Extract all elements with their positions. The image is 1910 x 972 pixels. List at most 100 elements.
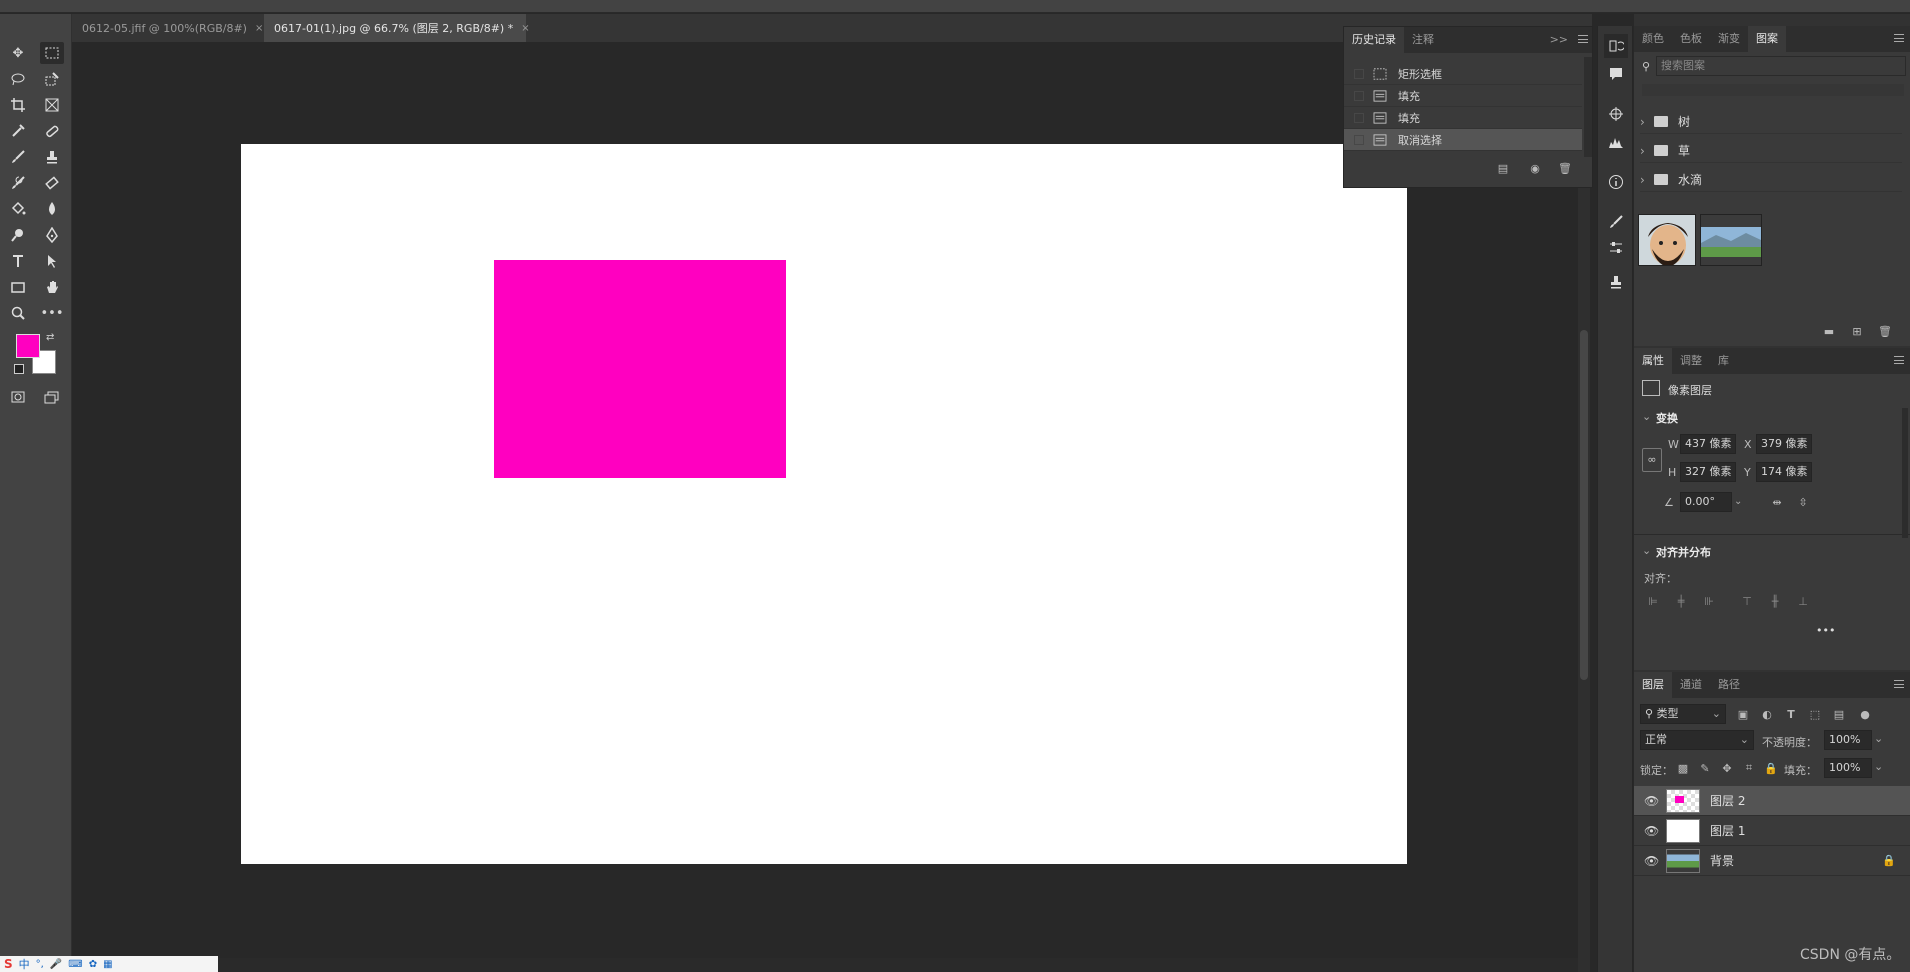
rectangular-marquee-tool-icon[interactable] bbox=[40, 42, 64, 64]
layers-menu-icon[interactable] bbox=[1894, 680, 1904, 688]
tab-swatches[interactable]: 色板 bbox=[1672, 26, 1710, 52]
height-field[interactable]: 327 像素 bbox=[1680, 462, 1736, 482]
pattern-search-input[interactable]: 搜索图案 bbox=[1656, 56, 1906, 76]
lock-all-icon[interactable]: 🔒 bbox=[1762, 759, 1780, 777]
tab-gradients[interactable]: 渐变 bbox=[1710, 26, 1748, 52]
type-tool-icon[interactable] bbox=[6, 250, 30, 272]
align-section-title[interactable]: 对齐并分布 bbox=[1656, 544, 1711, 560]
properties-scrollbar[interactable] bbox=[1902, 408, 1908, 538]
adjustment-sliders-icon[interactable] bbox=[1604, 236, 1628, 260]
align-horizontal-center-icon[interactable]: ╪ bbox=[1672, 592, 1690, 610]
history-item[interactable]: 填充 bbox=[1344, 107, 1582, 129]
lock-transparent-pixels-icon[interactable]: ▩ bbox=[1674, 759, 1692, 777]
layer-row-selected[interactable]: 👁 图层 2 bbox=[1634, 786, 1910, 816]
keyboard-icon[interactable]: ⌨ bbox=[68, 959, 82, 970]
lock-image-pixels-icon[interactable]: ✎ bbox=[1696, 759, 1714, 777]
snapshot-camera-icon[interactable]: ◉ bbox=[1526, 159, 1544, 177]
angle-field[interactable]: 0.00° bbox=[1680, 492, 1732, 512]
layer-name[interactable]: 图层 2 bbox=[1710, 792, 1745, 809]
screen-mode-icon[interactable] bbox=[40, 386, 64, 408]
chevron-down-icon[interactable]: ⌄ bbox=[1642, 410, 1651, 423]
x-position-field[interactable]: 379 像素 bbox=[1756, 434, 1812, 454]
filter-shape-icon[interactable]: ⬚ bbox=[1806, 705, 1824, 723]
tab-history[interactable]: 历史记录 bbox=[1344, 27, 1404, 53]
angle-dropdown-icon[interactable]: ⌄ bbox=[1734, 492, 1748, 512]
new-document-from-state-icon[interactable]: ▤ bbox=[1494, 159, 1512, 177]
history-source-checkbox[interactable] bbox=[1354, 68, 1364, 79]
delete-state-icon[interactable]: 🗑 bbox=[1556, 159, 1574, 177]
eye-visibility-icon[interactable]: 👁 bbox=[1644, 824, 1659, 838]
tab-layers[interactable]: 图层 bbox=[1634, 672, 1672, 698]
histogram-icon[interactable] bbox=[1604, 130, 1628, 154]
tab-adjustments[interactable]: 调整 bbox=[1672, 348, 1710, 374]
object-selection-tool-icon[interactable] bbox=[40, 68, 64, 90]
history-source-checkbox[interactable] bbox=[1354, 134, 1364, 145]
filter-adjustment-icon[interactable]: ◐ bbox=[1758, 705, 1776, 723]
pen-tool-icon[interactable] bbox=[40, 224, 64, 246]
dodge-tool-icon[interactable] bbox=[6, 224, 30, 246]
navigator-icon[interactable] bbox=[1604, 102, 1628, 126]
align-left-icon[interactable]: ⊫ bbox=[1644, 592, 1662, 610]
move-tool-icon[interactable]: ✥ bbox=[6, 42, 30, 64]
sogou-logo-icon[interactable]: S bbox=[4, 957, 13, 971]
healing-brush-tool-icon[interactable] bbox=[40, 120, 64, 142]
filter-type-icon[interactable]: T bbox=[1782, 705, 1800, 723]
history-source-checkbox[interactable] bbox=[1354, 90, 1364, 101]
hand-tool-icon[interactable] bbox=[40, 276, 64, 298]
y-position-field[interactable]: 174 像素 bbox=[1756, 462, 1812, 482]
pattern-folder[interactable]: › 水滴 bbox=[1640, 168, 1902, 192]
lock-position-icon[interactable]: ✥ bbox=[1718, 759, 1736, 777]
pink-rectangle-fill[interactable] bbox=[494, 260, 786, 478]
align-top-icon[interactable]: ⊤ bbox=[1738, 592, 1756, 610]
scrollbar-thumb[interactable] bbox=[1580, 330, 1588, 680]
patterns-menu-icon[interactable] bbox=[1894, 34, 1904, 42]
brush-settings-icon[interactable] bbox=[1604, 210, 1628, 234]
tab-color[interactable]: 颜色 bbox=[1634, 26, 1672, 52]
document-canvas[interactable] bbox=[241, 144, 1407, 864]
tab-channels[interactable]: 通道 bbox=[1672, 672, 1710, 698]
eyedropper-tool-icon[interactable] bbox=[6, 120, 30, 142]
foreground-color-swatch[interactable] bbox=[16, 334, 40, 358]
history-item[interactable]: 矩形选框 bbox=[1344, 63, 1582, 85]
blur-tool-icon[interactable] bbox=[40, 198, 64, 220]
history-item-selected[interactable]: 取消选择 bbox=[1344, 129, 1582, 151]
eraser-tool-icon[interactable] bbox=[40, 172, 64, 194]
default-colors-icon[interactable] bbox=[14, 364, 24, 374]
filter-pixel-icon[interactable]: ▣ bbox=[1734, 705, 1752, 723]
pattern-thumbnail-portrait[interactable] bbox=[1638, 214, 1696, 266]
swap-colors-icon[interactable]: ⇄ bbox=[46, 332, 54, 343]
tab-patterns[interactable]: 图案 bbox=[1748, 26, 1786, 52]
tab-properties[interactable]: 属性 bbox=[1634, 348, 1672, 374]
document-tab-active[interactable]: 0617-01(1).jpg @ 66.7% (图层 2, RGB/8#) * … bbox=[264, 14, 530, 42]
pattern-folder[interactable]: › 草 bbox=[1640, 139, 1902, 163]
panel-expand-button[interactable]: >> bbox=[1546, 27, 1572, 53]
history-menu-icon[interactable] bbox=[1572, 27, 1592, 53]
align-right-icon[interactable]: ⊪ bbox=[1700, 592, 1718, 610]
blend-mode-dropdown[interactable]: 正常 ⌄ bbox=[1640, 730, 1754, 750]
frame-tool-icon[interactable] bbox=[40, 94, 64, 116]
paint-bucket-tool-icon[interactable] bbox=[6, 198, 30, 220]
zoom-tool-icon[interactable] bbox=[6, 302, 30, 324]
width-field[interactable]: 437 像素 bbox=[1680, 434, 1736, 454]
align-bottom-icon[interactable]: ⊥ bbox=[1794, 592, 1812, 610]
layer-name[interactable]: 背景 bbox=[1710, 852, 1734, 869]
fill-field[interactable]: 100% bbox=[1824, 758, 1872, 778]
pattern-folder[interactable]: › 树 bbox=[1640, 110, 1902, 134]
ime-language-label[interactable]: 中 bbox=[19, 956, 30, 972]
crop-tool-icon[interactable] bbox=[6, 94, 30, 116]
microphone-icon[interactable]: 🎤 bbox=[50, 959, 62, 970]
document-tab[interactable]: 0612-05.jfif @ 100%(RGB/8#) × bbox=[72, 14, 263, 42]
opacity-field[interactable]: 100% bbox=[1824, 730, 1872, 750]
delete-pattern-icon[interactable]: 🗑 bbox=[1876, 322, 1894, 340]
tab-notes[interactable]: 注释 bbox=[1404, 27, 1442, 53]
chevron-down-icon[interactable]: ⌄ bbox=[1642, 544, 1651, 557]
rectangle-tool-icon[interactable] bbox=[6, 276, 30, 298]
tab-paths[interactable]: 路径 bbox=[1710, 672, 1748, 698]
lock-artboard-icon[interactable]: ⌗ bbox=[1740, 759, 1758, 777]
align-vertical-center-icon[interactable]: ╫ bbox=[1766, 592, 1784, 610]
more-options-icon[interactable]: ••• bbox=[1816, 624, 1835, 637]
properties-menu-icon[interactable] bbox=[1894, 356, 1904, 364]
clone-source-icon[interactable] bbox=[1604, 270, 1628, 294]
close-tab-icon[interactable]: × bbox=[521, 23, 529, 34]
brush-tool-icon[interactable] bbox=[6, 146, 30, 168]
